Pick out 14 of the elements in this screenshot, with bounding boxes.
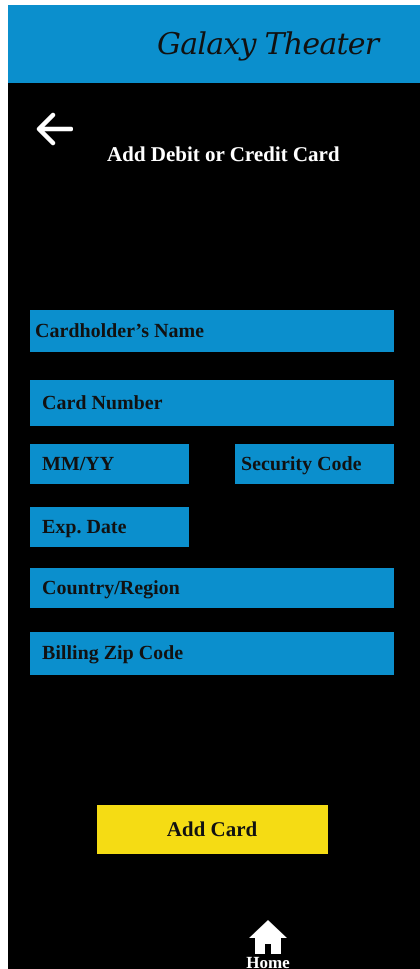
input-field[interactable]: Security Code bbox=[235, 444, 394, 484]
back-arrow-icon bbox=[35, 112, 73, 146]
app-title: Galaxy Theater bbox=[157, 26, 378, 64]
home-icon bbox=[249, 920, 287, 954]
input-field[interactable]: Country/Region bbox=[30, 568, 394, 608]
input-field[interactable]: MM/YY bbox=[30, 444, 189, 484]
add-card-button[interactable]: Add Card bbox=[96, 805, 328, 854]
page-title: Add Debit or Credit Card bbox=[107, 141, 340, 168]
back-button[interactable] bbox=[34, 111, 74, 147]
input-field[interactable]: Card Number bbox=[30, 380, 394, 426]
home-nav-button[interactable]: Home bbox=[246, 920, 290, 969]
input-field[interactable]: Exp. Date bbox=[30, 507, 189, 547]
input-field[interactable]: Cardholder’s Name bbox=[30, 310, 394, 352]
input-field[interactable]: Billing Zip Code bbox=[30, 632, 394, 675]
